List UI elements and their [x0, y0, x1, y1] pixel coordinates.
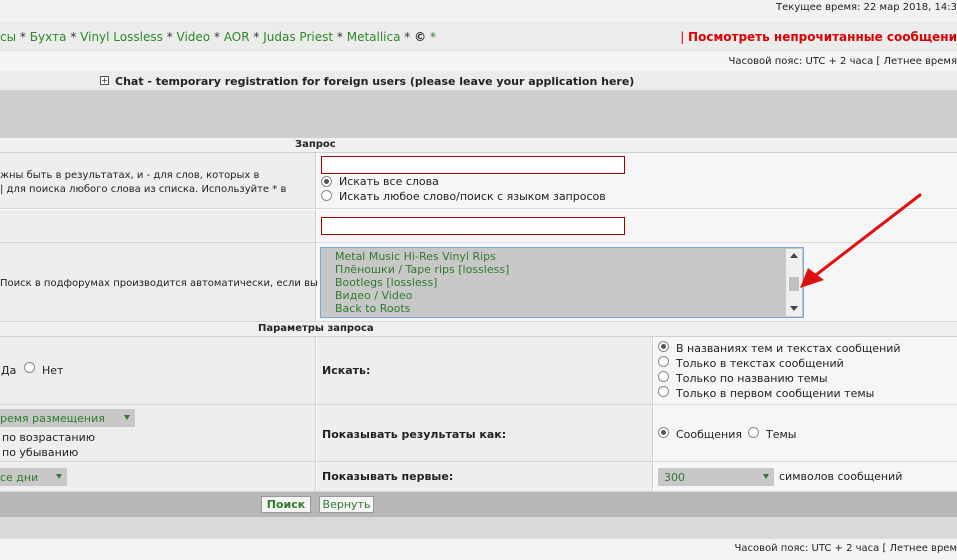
- show-topics-label: Темы: [766, 428, 797, 441]
- search-in-label: Искать:: [322, 364, 371, 377]
- keywords-help-line2: | для поиска любого слова из списка. Исп…: [0, 184, 287, 195]
- query-section-header: Запрос: [0, 138, 957, 153]
- search-all-words-label: Искать все слова: [339, 175, 439, 188]
- chars-suffix-label: символов сообщений: [779, 470, 903, 483]
- search-in-option-label: В названиях тем и текстах сообщений: [676, 342, 901, 355]
- sort-by-select[interactable]: ремя размещения: [0, 409, 135, 427]
- search-in-option-label: Только по названию темы: [676, 372, 828, 385]
- chat-banner-row: + Chat - temporary registration for fore…: [0, 71, 957, 91]
- timezone-text-bottom: Часовой пояс: UTC + 2 часа [ Летнее врем: [734, 543, 957, 554]
- author-label-cell: [0, 210, 316, 242]
- chars-select[interactable]: 300: [658, 468, 774, 486]
- show-posts-label: Сообщения: [676, 428, 743, 441]
- gray-band: [0, 91, 957, 138]
- forum-item[interactable]: Metal Music Hi-Res Vinyl Rips: [335, 250, 496, 263]
- expand-plus-icon[interactable]: +: [100, 76, 109, 85]
- keywords-input[interactable]: [321, 156, 625, 174]
- top-strip: Текущее время: 22 мар 2018, 14:3: [0, 0, 957, 22]
- nav-link-video[interactable]: Video: [177, 30, 211, 44]
- search-any-word-radio[interactable]: [321, 190, 332, 201]
- search-all-words-radio[interactable]: [321, 176, 332, 187]
- show-topics-radio[interactable]: [748, 427, 759, 438]
- copyright-link[interactable]: ©: [414, 30, 426, 44]
- forum-item[interactable]: Плёношки / Tape rips [lossless]: [335, 263, 509, 276]
- submit-bar: Поиск Вернуть: [0, 492, 957, 517]
- nav-link-metallica[interactable]: Metallica: [347, 30, 401, 44]
- nav-link-judas-priest[interactable]: Judas Priest: [263, 30, 333, 44]
- search-any-word-label: Искать любое слово/поиск с языком запрос…: [339, 190, 606, 203]
- timezone-row-bottom: Часовой пояс: UTC + 2 часа [ Летнее врем: [0, 538, 957, 560]
- show-posts-radio[interactable]: [658, 427, 669, 438]
- params-header-text: Параметры запроса: [258, 323, 374, 334]
- nav-link-partial[interactable]: сы: [0, 30, 16, 44]
- subforums-no-label: Нет: [42, 364, 64, 377]
- current-time: Текущее время: 22 мар 2018, 14:3: [776, 2, 957, 13]
- forum-item-cut: [335, 247, 549, 248]
- forum-item[interactable]: Back to Roots: [335, 302, 410, 315]
- nav-link-vinyl-lossless[interactable]: Vinyl Lossless: [80, 30, 163, 44]
- timezone-row-top: Часовой пояс: UTC + 2 часа [ Летнее врем…: [0, 50, 957, 71]
- search-button[interactable]: Поиск: [261, 496, 311, 513]
- reset-button[interactable]: Вернуть: [319, 496, 374, 513]
- dropdown-arrow-icon: [763, 474, 769, 479]
- unread-wrap: | Посмотреть непрочитанные сообщени: [680, 30, 957, 44]
- subforums-yes-label: Да: [1, 364, 17, 377]
- sort-by-value: ремя размещения: [0, 412, 105, 425]
- nav-row: сы * Бухта * Vinyl Lossless * Video * AO…: [0, 22, 957, 50]
- forum-item[interactable]: Bootlegs [lossless]: [335, 276, 437, 289]
- dropdown-arrow-icon: [56, 474, 62, 479]
- nav-links: сы * Бухта * Vinyl Lossless * Video * AO…: [0, 30, 436, 44]
- show-results-label: Показывать результаты как:: [322, 428, 507, 441]
- nav-link-bukhta[interactable]: Бухта: [30, 30, 67, 44]
- sort-desc-label: по убыванию: [2, 446, 79, 459]
- dropdown-arrow-icon: [124, 415, 130, 420]
- chat-banner-text[interactable]: Chat - temporary registration for foreig…: [115, 75, 634, 88]
- nav-link-aor[interactable]: AOR: [224, 30, 250, 44]
- days-value: се дни: [0, 471, 39, 484]
- unread-posts-link[interactable]: Посмотреть непрочитанные сообщени: [688, 30, 957, 44]
- scroll-down-arrow-icon[interactable]: [790, 306, 798, 311]
- params-section-header: Параметры запроса: [0, 322, 957, 337]
- show-first-label: Показывать первые:: [322, 470, 454, 483]
- search-in-option-radio[interactable]: [658, 356, 669, 367]
- search-in-option-radio[interactable]: [658, 371, 669, 382]
- author-input[interactable]: [321, 217, 625, 235]
- search-in-option-label: Только в первом сообщении темы: [676, 387, 875, 400]
- search-in-option-radio[interactable]: [658, 386, 669, 397]
- forum-item[interactable]: Видео / Video: [335, 289, 412, 302]
- keywords-help-line1: жны быть в результатах, и - для слов, ко…: [0, 170, 260, 181]
- bottom-gray-band: [0, 517, 957, 538]
- red-arrow-annotation: [800, 193, 922, 288]
- query-header-text: Запрос: [295, 139, 336, 150]
- forums-help-text: Поиск в подфорумах производится автомати…: [0, 278, 318, 289]
- sort-asc-label: по возрастанию: [2, 431, 96, 444]
- subforums-no-radio[interactable]: [24, 362, 35, 373]
- days-select[interactable]: се дни: [0, 468, 67, 486]
- timezone-text-top: Часовой пояс: UTC + 2 часа [ Летнее врем…: [728, 56, 957, 67]
- chars-value: 300: [664, 471, 685, 484]
- search-in-option-radio[interactable]: [658, 341, 669, 352]
- forum-multiselect[interactable]: Metal Music Hi-Res Vinyl Rips Плёношки /…: [320, 247, 804, 318]
- search-in-option-label: Только в текстах сообщений: [676, 357, 844, 370]
